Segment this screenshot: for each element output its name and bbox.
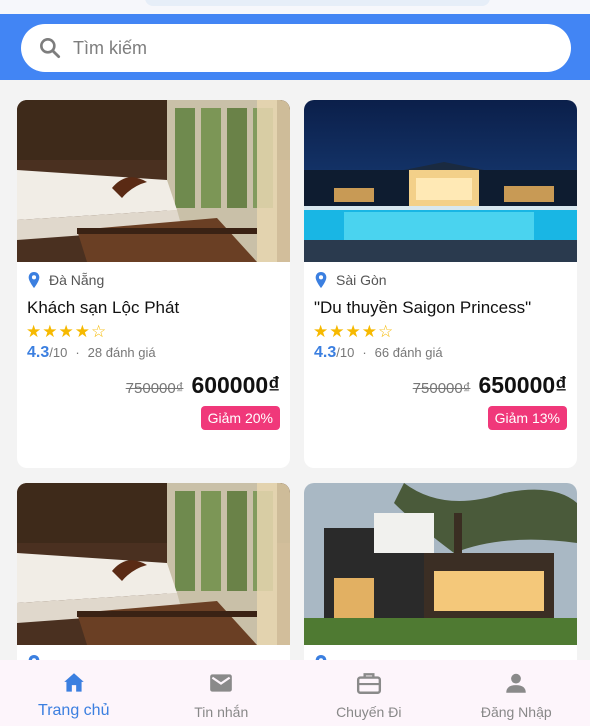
new-price: 650000₫ — [478, 372, 567, 398]
search-input[interactable] — [73, 37, 513, 59]
nav-label: Chuyến Đi — [336, 704, 402, 720]
price-row: 750000₫ 650000₫ — [413, 372, 567, 399]
briefcase-icon — [356, 673, 381, 694]
status-area — [0, 0, 590, 14]
new-price: 600000₫ — [191, 372, 280, 398]
location-pin-icon — [28, 272, 40, 288]
mail-icon — [210, 674, 233, 692]
search-icon — [40, 38, 61, 59]
home-icon — [64, 673, 84, 692]
nav-home[interactable]: Trang chủ — [0, 660, 148, 726]
empty-star: ☆ — [377, 322, 395, 341]
rating-max: /10 — [49, 345, 68, 360]
star-rating: ★★★★☆ — [26, 322, 107, 342]
discount-badge: Giảm 13% — [487, 406, 567, 430]
nav-label: Trang chủ — [38, 702, 110, 719]
review-count: 28 đánh giá — [87, 345, 156, 360]
nav-login[interactable]: Đăng Nhập — [443, 660, 590, 726]
review-count: 66 đánh giá — [374, 345, 443, 360]
filled-stars: ★★★★ — [313, 322, 378, 341]
old-price: 750000₫ — [412, 380, 471, 397]
search-bar[interactable] — [21, 24, 571, 72]
hotel-name: "Du thuyền Saigon Princess" — [314, 298, 532, 317]
nav-trips[interactable]: Chuyến Đi — [295, 660, 443, 726]
filled-stars: ★★★★ — [26, 322, 91, 341]
hotel-card[interactable] — [304, 483, 577, 660]
hotel-card[interactable]: Sài Gòn "Du thuyền Saigon Princess" ★★★★… — [304, 100, 577, 468]
location-text: Đà Nẵng — [49, 272, 105, 288]
nav-label: Đăng Nhập — [480, 704, 552, 720]
location-text: Sài Gòn — [336, 272, 387, 288]
star-rating: ★★★★☆ — [313, 322, 394, 342]
hotel-card[interactable] — [17, 483, 290, 660]
hotel-image-modern-house — [304, 483, 577, 645]
top-pill — [145, 0, 490, 6]
hotel-image-pool-night — [304, 100, 577, 262]
rating-score: 4.3 — [27, 344, 50, 361]
location-pin-icon — [315, 272, 327, 288]
old-price: 750000₫ — [125, 380, 184, 397]
app-header — [0, 14, 590, 80]
discount-badge: Giảm 20% — [200, 406, 280, 430]
separator: · — [75, 345, 80, 360]
hotel-image-bedroom — [17, 100, 290, 262]
rating-max: /10 — [336, 345, 355, 360]
empty-star: ☆ — [90, 322, 108, 341]
separator: · — [362, 345, 367, 360]
person-icon — [506, 673, 526, 693]
location: Sài Gòn — [314, 272, 387, 288]
location: Đà Nẵng — [27, 272, 104, 288]
hotel-name: Khách sạn Lộc Phát — [27, 298, 180, 317]
hotel-image-bedroom — [17, 483, 290, 645]
hotel-card[interactable]: Đà Nẵng Khách sạn Lộc Phát ★★★★☆ 4.3 /10… — [17, 100, 290, 468]
rating-summary: 4.3 /10 · 66 đánh giá — [314, 344, 443, 362]
hotel-grid: Đà Nẵng Khách sạn Lộc Phát ★★★★☆ 4.3 /10… — [0, 80, 590, 660]
rating-summary: 4.3 /10 · 28 đánh giá — [27, 344, 156, 362]
price-row: 750000₫ 600000₫ — [126, 372, 280, 399]
bottom-nav: Trang chủ Tin nhắn Chuyến Đi Đăng Nhập — [0, 660, 590, 726]
nav-label: Tin nhắn — [194, 704, 249, 720]
rating-score: 4.3 — [314, 344, 337, 361]
nav-messages[interactable]: Tin nhắn — [148, 660, 296, 726]
